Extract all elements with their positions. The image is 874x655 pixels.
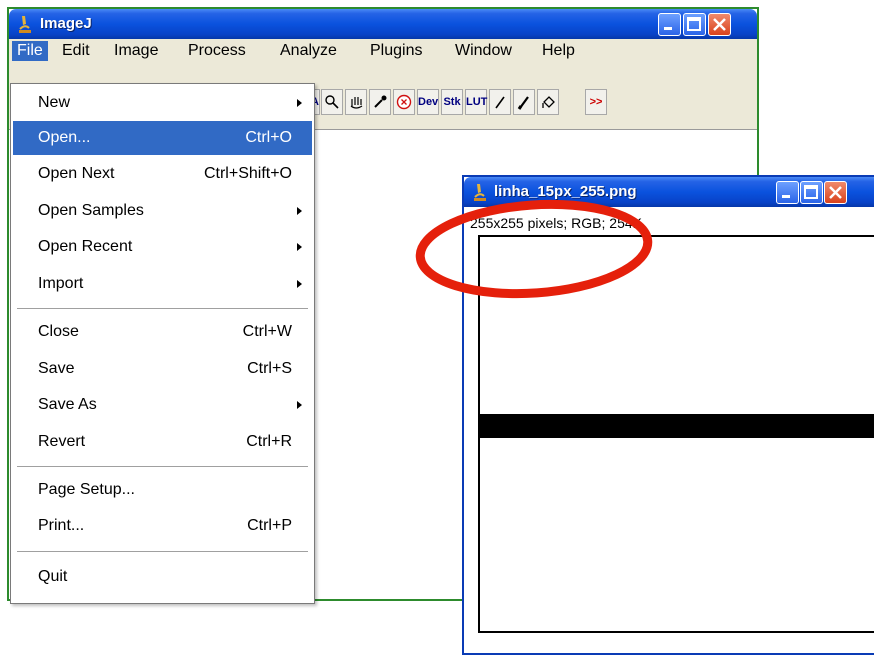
circle-x-icon — [396, 94, 412, 110]
flood-fill-tool-button[interactable] — [537, 89, 559, 115]
menu-item-shortcut: Ctrl+S — [247, 360, 292, 377]
minimize-button[interactable] — [658, 13, 681, 36]
menu-item-label: Open... — [38, 129, 91, 146]
menu-item-label: Print... — [38, 517, 85, 534]
menu-item-label: Open Samples — [38, 202, 144, 219]
menu-image[interactable]: Image — [109, 41, 163, 61]
menu-separator — [17, 466, 308, 468]
dev-menu-button[interactable]: Dev — [417, 89, 439, 115]
close-button[interactable] — [708, 13, 731, 36]
menu-item-label: Save As — [38, 396, 97, 413]
menu-item-shortcut: Ctrl+O — [245, 129, 292, 146]
pencil-icon — [495, 96, 505, 109]
brush-tool-button[interactable] — [513, 89, 535, 115]
magnifier-tool-button[interactable] — [321, 89, 343, 115]
menu-item-shortcut: Ctrl+Shift+O — [203, 165, 292, 182]
menu-item-label: Page Setup... — [38, 481, 135, 498]
menu-edit[interactable]: Edit — [57, 41, 95, 61]
menu-item-import[interactable]: Import — [13, 267, 312, 301]
menu-item-label: Import — [38, 275, 84, 292]
microscope-icon — [17, 15, 33, 33]
pencil-tool-button[interactable] — [489, 89, 511, 115]
lut-menu-button[interactable]: LUT — [465, 89, 487, 115]
maximize-button[interactable] — [683, 13, 706, 36]
menu-item-print[interactable]: Print... Ctrl+P — [13, 509, 312, 543]
hand-icon — [350, 97, 363, 109]
menu-item-open[interactable]: Open... Ctrl+O — [13, 121, 312, 155]
menu-item-open-next[interactable]: Open Next Ctrl+Shift+O — [13, 157, 312, 191]
image-black-line — [480, 414, 874, 438]
color-picker-tool-button[interactable] — [369, 89, 391, 115]
menu-item-label: New — [38, 94, 71, 111]
hand-tool-button[interactable] — [345, 89, 367, 115]
menu-item-page-setup[interactable]: Page Setup... — [13, 473, 312, 507]
more-tools-button[interactable]: >> — [585, 89, 607, 115]
file-menu: New Open... Ctrl+O Open Next Ctrl+Shift+… — [10, 83, 315, 604]
magnifier-icon — [325, 95, 339, 109]
stk-menu-button[interactable]: Stk — [441, 89, 463, 115]
menu-item-close[interactable]: Close Ctrl+W — [13, 315, 312, 349]
menu-item-quit[interactable]: Quit — [13, 560, 312, 594]
menu-item-label: Quit — [38, 568, 68, 585]
toolbar-spacer — [561, 89, 583, 115]
overlay-tool-button[interactable] — [393, 89, 415, 115]
menubar: File Edit Image Process Analyze Plugins … — [9, 39, 757, 63]
submenu-arrow-icon — [297, 207, 302, 215]
brush-icon — [517, 96, 529, 110]
main-titlebar[interactable]: ImageJ — [9, 9, 757, 39]
minimize-button[interactable] — [776, 181, 799, 204]
menu-item-label: Save — [38, 360, 75, 377]
menu-item-save[interactable]: Save Ctrl+S — [13, 352, 312, 386]
maximize-button[interactable] — [800, 181, 823, 204]
main-window-title: ImageJ — [40, 15, 92, 32]
menu-item-save-as[interactable]: Save As — [13, 388, 312, 422]
menu-item-shortcut: Ctrl+W — [242, 323, 292, 340]
menu-item-new[interactable]: New — [13, 86, 312, 120]
submenu-arrow-icon — [297, 401, 302, 409]
eyedropper-icon — [374, 95, 387, 108]
menu-process[interactable]: Process — [183, 41, 251, 61]
menu-item-shortcut: Ctrl+R — [246, 433, 292, 450]
menu-separator — [17, 308, 308, 310]
menu-item-label: Open Next — [38, 165, 115, 182]
menu-item-revert[interactable]: Revert Ctrl+R — [13, 425, 312, 459]
menu-item-open-recent[interactable]: Open Recent — [13, 230, 312, 264]
menu-window[interactable]: Window — [450, 41, 517, 61]
menu-help[interactable]: Help — [537, 41, 580, 61]
menu-plugins[interactable]: Plugins — [365, 41, 427, 61]
menu-item-label: Open Recent — [38, 238, 133, 255]
menu-item-shortcut: Ctrl+P — [247, 517, 292, 534]
menu-item-open-samples[interactable]: Open Samples — [13, 194, 312, 228]
close-button[interactable] — [824, 181, 847, 204]
submenu-arrow-icon — [297, 280, 302, 288]
menu-item-label: Revert — [38, 433, 86, 450]
submenu-arrow-icon — [297, 243, 302, 251]
bucket-icon — [542, 96, 555, 108]
menu-item-label: Close — [38, 323, 79, 340]
menu-file[interactable]: File — [12, 41, 48, 61]
menu-analyze[interactable]: Analyze — [275, 41, 342, 61]
menu-separator — [17, 551, 308, 553]
annotation-ellipse — [415, 199, 653, 299]
submenu-arrow-icon — [297, 99, 302, 107]
